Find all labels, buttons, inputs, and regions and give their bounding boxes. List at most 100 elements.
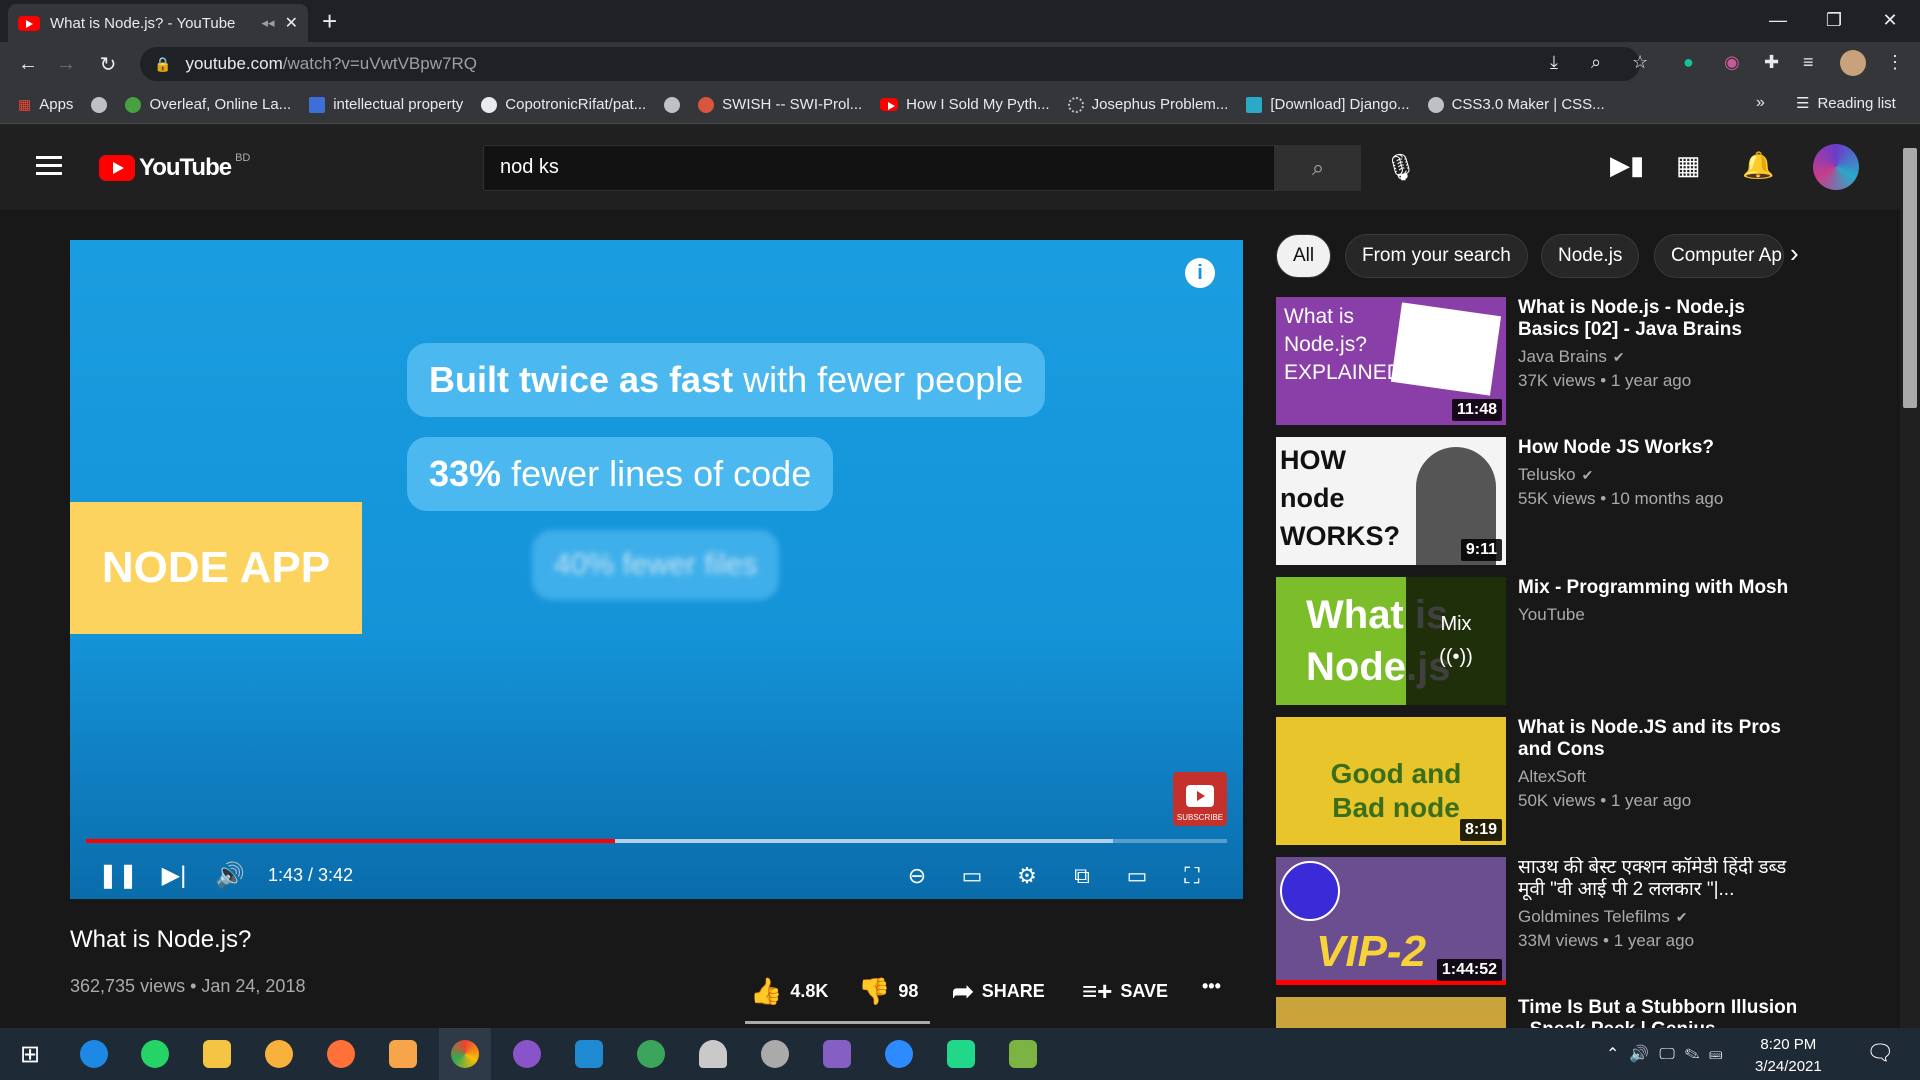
like-button[interactable]: 👍 4.8K [750, 976, 828, 1007]
rec-item[interactable]: What is Node.js Mix ((•)) Mix - Programm… [1276, 577, 1796, 705]
bookmark-globe[interactable] [91, 96, 108, 113]
rec-title[interactable]: Mix - Programming with Mosh [1518, 577, 1798, 599]
rec-thumbnail[interactable]: HOW node WORKS? 9:11 [1276, 437, 1506, 565]
bookmark-apps[interactable]: ▦ Apps [18, 96, 73, 113]
rec-title[interactable]: What is Node.JS and its Pros and Cons [1518, 717, 1798, 761]
firefox-icon[interactable] [315, 1028, 367, 1080]
system-tray-icons[interactable]: ⌃🔊🖵✎⌨ [1606, 1044, 1732, 1064]
bookmark-globe-2[interactable] [664, 96, 681, 113]
notifications-bell-icon[interactable]: 🔔 [1742, 150, 1774, 181]
tab-mute-icon[interactable]: ◂◂ [262, 15, 275, 31]
rec-channel[interactable]: AltexSoft [1518, 767, 1798, 787]
windows-start-icon[interactable]: ⊞ [4, 1028, 56, 1080]
rec-title[interactable]: How Node JS Works? [1518, 437, 1798, 459]
apps-grid-icon[interactable]: ▦ [1676, 150, 1701, 181]
rec-item[interactable]: Time Is But a Stubborn Illusion - Sneak … [1276, 997, 1796, 1028]
rec-item[interactable]: HOW node WORKS? 9:11 How Node JS Works? … [1276, 437, 1796, 565]
rec-item[interactable]: VIP-2 1:44:52 साउथ की बेस्ट एक्शन कॉमेडी… [1276, 857, 1796, 985]
rec-thumbnail[interactable]: What is Node.js? EXPLAINED! 11:48 [1276, 297, 1506, 425]
bookmark-css3-maker[interactable]: CSS3.0 Maker | CSS... [1427, 96, 1605, 113]
tab-close-icon[interactable]: ✕ [285, 13, 298, 33]
parachute-app-icon[interactable] [687, 1028, 739, 1080]
create-video-icon[interactable]: ▶▮ [1610, 150, 1644, 181]
hamburger-menu-icon[interactable] [36, 156, 62, 176]
extensions-puzzle-icon[interactable]: ✚ [1764, 52, 1779, 73]
messenger-icon[interactable] [873, 1028, 925, 1080]
settings-gear-icon[interactable]: ⚙ [1005, 856, 1049, 896]
rec-title[interactable]: What is Node.js - Node.js Basics [02] - … [1518, 297, 1798, 341]
close-window-icon[interactable]: ✕ [1862, 0, 1918, 40]
progress-bar[interactable] [86, 839, 1227, 843]
minimize-icon[interactable]: — [1750, 0, 1806, 40]
video-player[interactable]: Built twice as fast with fewer people 33%… [70, 240, 1243, 899]
vscode-icon[interactable] [563, 1028, 615, 1080]
reload-icon[interactable]: ↻ [94, 50, 122, 78]
whatsapp-icon[interactable] [129, 1028, 181, 1080]
youtube-logo[interactable]: YouTube BD [99, 152, 250, 182]
search-input[interactable]: nod ks [483, 145, 1275, 191]
bookmark-josephus[interactable]: Josephus Problem... [1067, 96, 1228, 113]
restore-icon[interactable]: ❐ [1806, 0, 1862, 40]
address-bar[interactable]: 🔒 youtube.com/watch?v=uVwtVBpw7RQ [140, 47, 1640, 81]
chip-computer-applications[interactable]: Computer Ap [1654, 234, 1784, 278]
reading-list[interactable]: ☰ Reading list [1796, 94, 1896, 113]
save-button[interactable]: ≡+ SAVE [1082, 976, 1168, 1007]
app-launcher-icon[interactable] [68, 1028, 120, 1080]
bookmark-github[interactable]: CopotronicRifat/pat... [481, 96, 646, 113]
profile-avatar-icon[interactable] [1840, 50, 1866, 76]
dislike-button[interactable]: 👎 98 [858, 976, 918, 1007]
next-icon[interactable]: ▶| [146, 855, 202, 895]
globe-app-icon[interactable] [625, 1028, 677, 1080]
bookmark-overleaf[interactable]: Overleaf, Online La... [125, 96, 291, 113]
rec-title[interactable]: साउथ की बेस्ट एक्शन कॉमेडी हिंदी डब्ड मू… [1518, 857, 1798, 901]
bookmarks-overflow-icon[interactable]: » [1756, 94, 1765, 112]
chrome-menu-icon[interactable]: ⋮ [1886, 52, 1904, 73]
rec-channel[interactable]: Telusko ✔ [1518, 465, 1798, 485]
chrome-icon[interactable] [439, 1028, 491, 1080]
forward-icon[interactable]: → [52, 50, 80, 78]
install-icon[interactable]: ⤓ [1550, 52, 1558, 73]
miniplayer-icon[interactable]: ⧉ [1060, 856, 1104, 896]
share-button[interactable]: ➦ SHARE [952, 976, 1045, 1007]
autoplay-toggle-icon[interactable]: ⊖ [895, 856, 939, 896]
captions-icon[interactable]: ▭ [950, 856, 994, 896]
office-app-icon[interactable] [377, 1028, 429, 1080]
system-clock[interactable]: 8:20 PM 3/24/2021 [1755, 1034, 1822, 1078]
browser-tab[interactable]: What is Node.js? - YouTube ◂◂ ✕ [8, 4, 308, 42]
bookmark-swish[interactable]: SWISH -- SWI-Prol... [698, 96, 862, 113]
vpn-icon[interactable] [253, 1028, 305, 1080]
rec-item[interactable]: What is Node.js? EXPLAINED! 11:48 What i… [1276, 297, 1796, 425]
rec-channel[interactable]: YouTube [1518, 605, 1798, 625]
new-tab-button[interactable]: + [322, 6, 337, 37]
pycharm-icon[interactable] [935, 1028, 987, 1080]
info-icon[interactable]: i [1185, 258, 1215, 288]
grammarly-extension-icon[interactable]: ● [1683, 52, 1694, 73]
subscribe-watermark[interactable]: SUBSCRIBE [1173, 772, 1227, 826]
theater-mode-icon[interactable]: ▭ [1115, 856, 1159, 896]
search-button[interactable]: ⌕ [1275, 145, 1361, 191]
rec-item[interactable]: Good and Bad node 8:19 What is Node.JS a… [1276, 717, 1796, 845]
bookmark-intellectual-property[interactable]: intellectual property [309, 96, 463, 113]
rec-channel[interactable]: Java Brains ✔ [1518, 347, 1798, 367]
satellite-app-icon[interactable] [749, 1028, 801, 1080]
bookmark-django[interactable]: [Download] Django... [1246, 96, 1410, 113]
more-actions-button[interactable]: ••• [1202, 976, 1221, 997]
chips-next-chevron-icon[interactable]: › [1790, 238, 1799, 269]
bookmark-how-i-sold[interactable]: How I Sold My Pyth... [880, 96, 1050, 113]
chip-all[interactable]: All [1276, 234, 1332, 278]
scrollbar-thumb[interactable] [1903, 148, 1917, 408]
rec-thumbnail[interactable]: VIP-2 1:44:52 [1276, 857, 1506, 985]
rec-thumbnail[interactable]: What is Node.js Mix ((•)) [1276, 577, 1506, 705]
bookmark-star-icon[interactable]: ☆ [1632, 52, 1648, 73]
extension-icon[interactable]: ◉ [1724, 52, 1740, 73]
rec-channel[interactable]: Goldmines Telefilms ✔ [1518, 907, 1798, 927]
fullscreen-icon[interactable]: ⛶ [1170, 856, 1214, 896]
pause-icon[interactable]: ❚❚ [90, 855, 146, 895]
notepad-icon[interactable] [997, 1028, 1049, 1080]
visual-studio-icon[interactable] [811, 1028, 863, 1080]
rec-title[interactable]: Time Is But a Stubborn Illusion - Sneak … [1518, 997, 1796, 1028]
media-control-icon[interactable]: ≡ [1803, 52, 1814, 73]
account-avatar[interactable] [1813, 144, 1859, 190]
chip-nodejs[interactable]: Node.js [1541, 234, 1640, 278]
chip-from-your-search[interactable]: From your search [1345, 234, 1528, 278]
